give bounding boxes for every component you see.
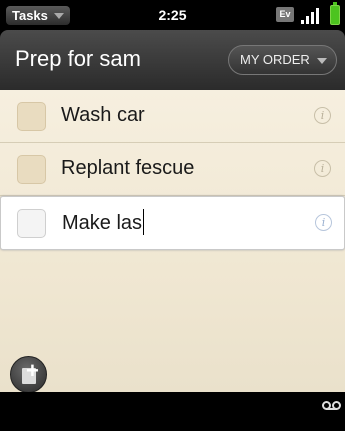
page-title: Prep for sam xyxy=(15,46,141,71)
task-row-editing[interactable]: i xyxy=(0,196,345,250)
text-cursor xyxy=(143,209,144,235)
task-checkbox[interactable] xyxy=(17,209,46,238)
task-list: Wash car i Replant fescue i i xyxy=(0,90,345,392)
task-title-input[interactable] xyxy=(62,210,302,236)
task-row[interactable]: Replant fescue i xyxy=(0,143,345,196)
info-icon[interactable]: i xyxy=(314,107,331,124)
network-type-icon: Ev xyxy=(276,7,294,22)
signal-strength-icon xyxy=(299,6,325,24)
chevron-down-icon xyxy=(317,58,327,64)
task-row[interactable]: Wash car i xyxy=(0,90,345,143)
sort-order-label: MY ORDER xyxy=(240,52,310,67)
task-label[interactable]: Wash car xyxy=(61,104,145,127)
add-task-button[interactable]: + xyxy=(10,356,47,393)
gesture-bar xyxy=(0,392,345,431)
sort-order-button[interactable]: MY ORDER xyxy=(228,45,337,75)
task-label[interactable]: Replant fescue xyxy=(61,157,194,180)
info-icon[interactable]: i xyxy=(314,160,331,177)
voicemail-icon xyxy=(322,401,342,411)
status-bar: Tasks 2:25 Ev xyxy=(0,0,345,30)
task-checkbox[interactable] xyxy=(17,102,46,131)
info-icon[interactable]: i xyxy=(315,214,332,231)
battery-icon xyxy=(330,2,340,25)
task-checkbox[interactable] xyxy=(17,155,46,184)
list-header: Prep for sam MY ORDER xyxy=(0,30,345,90)
plus-icon: + xyxy=(26,358,39,383)
